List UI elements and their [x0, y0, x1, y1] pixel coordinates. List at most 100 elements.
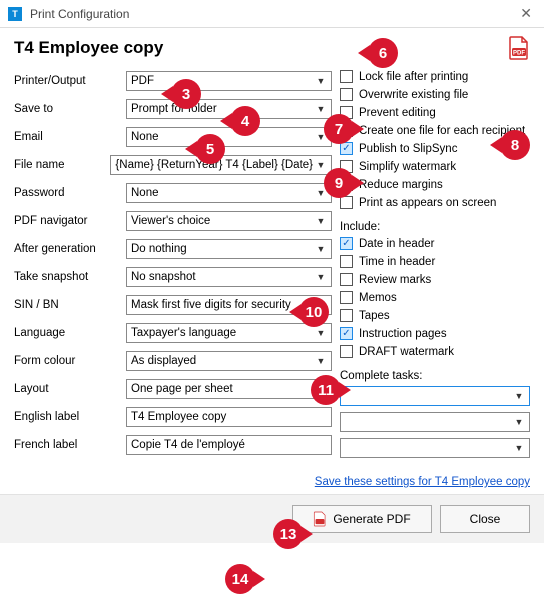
chevron-down-icon: ▼ — [313, 352, 329, 370]
checkbox-print-as-screen[interactable] — [340, 196, 353, 209]
check-row-date-header[interactable]: Date in header — [340, 237, 530, 252]
field-language: LanguageTaxpayer's language▼ — [14, 322, 332, 344]
check-row-overwrite[interactable]: Overwrite existing file — [340, 88, 530, 103]
select-email[interactable]: None▼ — [126, 127, 332, 147]
check-label-simplify-watermark: Simplify watermark — [359, 160, 456, 175]
field-layout: LayoutOne page per sheet▼ — [14, 378, 332, 400]
check-row-prevent-editing[interactable]: Prevent editing — [340, 106, 530, 121]
check-row-tapes[interactable]: Tapes — [340, 309, 530, 324]
chevron-down-icon: ▼ — [313, 156, 329, 174]
annotation-balloon-10: 10 — [299, 297, 329, 327]
label-take-snapshot: Take snapshot — [14, 271, 126, 283]
save-settings-link[interactable]: Save these settings for T4 Employee copy — [14, 476, 530, 488]
check-label-time-header: Time in header — [359, 255, 435, 270]
check-label-instruction-pages: Instruction pages — [359, 327, 447, 342]
checkbox-memos[interactable] — [340, 291, 353, 304]
label-email: Email — [14, 131, 126, 143]
check-label-prevent-editing: Prevent editing — [359, 106, 436, 121]
label-english-label: English label — [14, 411, 126, 423]
input-english-label[interactable]: T4 Employee copy — [126, 407, 332, 427]
field-take-snapshot: Take snapshotNo snapshot▼ — [14, 266, 332, 288]
task-select-3[interactable]: ▼ — [340, 438, 530, 458]
select-pdf-navigator[interactable]: Viewer's choice▼ — [126, 211, 332, 231]
generate-pdf-button[interactable]: Generate PDF — [292, 505, 432, 533]
label-pdf-navigator: PDF navigator — [14, 215, 126, 227]
label-form-colour: Form colour — [14, 355, 126, 367]
check-row-lock-file[interactable]: Lock file after printing — [340, 70, 530, 85]
chevron-down-icon: ▼ — [313, 268, 329, 286]
label-french-label: French label — [14, 439, 126, 451]
close-button-label: Close — [470, 512, 501, 526]
annotation-balloon-13: 13 — [273, 519, 303, 549]
annotation-balloon-8: 8 — [500, 130, 530, 160]
task-select-1[interactable]: ▼ — [340, 386, 530, 406]
annotation-balloon-3: 3 — [171, 79, 201, 109]
left-column: Printer/OutputPDF▼Save toPrompt for fold… — [14, 70, 332, 464]
checkbox-date-header[interactable] — [340, 237, 353, 250]
check-row-simplify-watermark[interactable]: Simplify watermark — [340, 160, 530, 175]
select-printer-output[interactable]: PDF▼ — [126, 71, 332, 91]
chevron-down-icon: ▼ — [313, 100, 329, 118]
select-form-colour[interactable]: As displayed▼ — [126, 351, 332, 371]
annotation-balloon-4: 4 — [230, 106, 260, 136]
annotation-balloon-6: 6 — [368, 38, 398, 68]
check-label-lock-file: Lock file after printing — [359, 70, 468, 85]
checkbox-time-header[interactable] — [340, 255, 353, 268]
complete-tasks-title: Complete tasks: — [340, 370, 530, 382]
annotation-balloon-9: 9 — [324, 168, 354, 198]
field-password: PasswordNone▼ — [14, 182, 332, 204]
check-row-print-as-screen[interactable]: Print as appears on screen — [340, 196, 530, 211]
check-row-time-header[interactable]: Time in header — [340, 255, 530, 270]
annotation-balloon-14: 14 — [225, 564, 255, 594]
label-file-name: File name — [14, 159, 110, 171]
input-french-label[interactable]: Copie T4 de l'employé — [126, 435, 332, 455]
label-save-to: Save to — [14, 103, 126, 115]
check-label-date-header: Date in header — [359, 237, 434, 252]
field-file-name: File name{Name} {ReturnYear} T4 {Label} … — [14, 154, 332, 176]
checkbox-publish-slipsync[interactable] — [340, 142, 353, 155]
check-label-draft-watermark: DRAFT watermark — [359, 345, 454, 360]
close-button[interactable]: Close — [440, 505, 530, 533]
checkbox-draft-watermark[interactable] — [340, 345, 353, 358]
annotation-balloon-11: 11 — [311, 375, 341, 405]
chevron-down-icon: ▼ — [511, 413, 527, 431]
label-after-generation: After generation — [14, 243, 126, 255]
annotation-balloon-7: 7 — [324, 114, 354, 144]
select-after-generation[interactable]: Do nothing▼ — [126, 239, 332, 259]
pdf-icon[interactable]: PDF — [508, 36, 530, 60]
select-take-snapshot[interactable]: No snapshot▼ — [126, 267, 332, 287]
field-french-label: French labelCopie T4 de l'employé — [14, 434, 332, 456]
check-label-memos: Memos — [359, 291, 397, 306]
select-language[interactable]: Taxpayer's language▼ — [126, 323, 332, 343]
check-row-draft-watermark[interactable]: DRAFT watermark — [340, 345, 530, 360]
select-password[interactable]: None▼ — [126, 183, 332, 203]
check-row-review-marks[interactable]: Review marks — [340, 273, 530, 288]
label-language: Language — [14, 327, 126, 339]
label-layout: Layout — [14, 383, 126, 395]
chevron-down-icon: ▼ — [511, 387, 527, 405]
checkbox-instruction-pages[interactable] — [340, 327, 353, 340]
field-after-generation: After generationDo nothing▼ — [14, 238, 332, 260]
select-layout[interactable]: One page per sheet▼ — [126, 379, 332, 399]
checkbox-overwrite[interactable] — [340, 88, 353, 101]
check-row-reduce-margins[interactable]: Reduce margins — [340, 178, 530, 193]
check-label-tapes: Tapes — [359, 309, 390, 324]
chevron-down-icon: ▼ — [313, 240, 329, 258]
check-label-publish-slipsync: Publish to SlipSync — [359, 142, 457, 157]
svg-text:PDF: PDF — [513, 51, 525, 57]
app-icon: T — [8, 7, 22, 21]
check-row-instruction-pages[interactable]: Instruction pages — [340, 327, 530, 342]
check-label-reduce-margins: Reduce margins — [359, 178, 443, 193]
task-select-2[interactable]: ▼ — [340, 412, 530, 432]
field-email: EmailNone▼ — [14, 126, 332, 148]
checkbox-tapes[interactable] — [340, 309, 353, 322]
check-row-memos[interactable]: Memos — [340, 291, 530, 306]
generate-pdf-label: Generate PDF — [333, 512, 410, 526]
window-title: Print Configuration — [30, 7, 516, 21]
label-sin-bn: SIN / BN — [14, 299, 126, 311]
annotation-balloon-5: 5 — [195, 134, 225, 164]
chevron-down-icon: ▼ — [511, 439, 527, 457]
checkbox-lock-file[interactable] — [340, 70, 353, 83]
checkbox-review-marks[interactable] — [340, 273, 353, 286]
close-icon[interactable]: ✕ — [516, 5, 536, 22]
